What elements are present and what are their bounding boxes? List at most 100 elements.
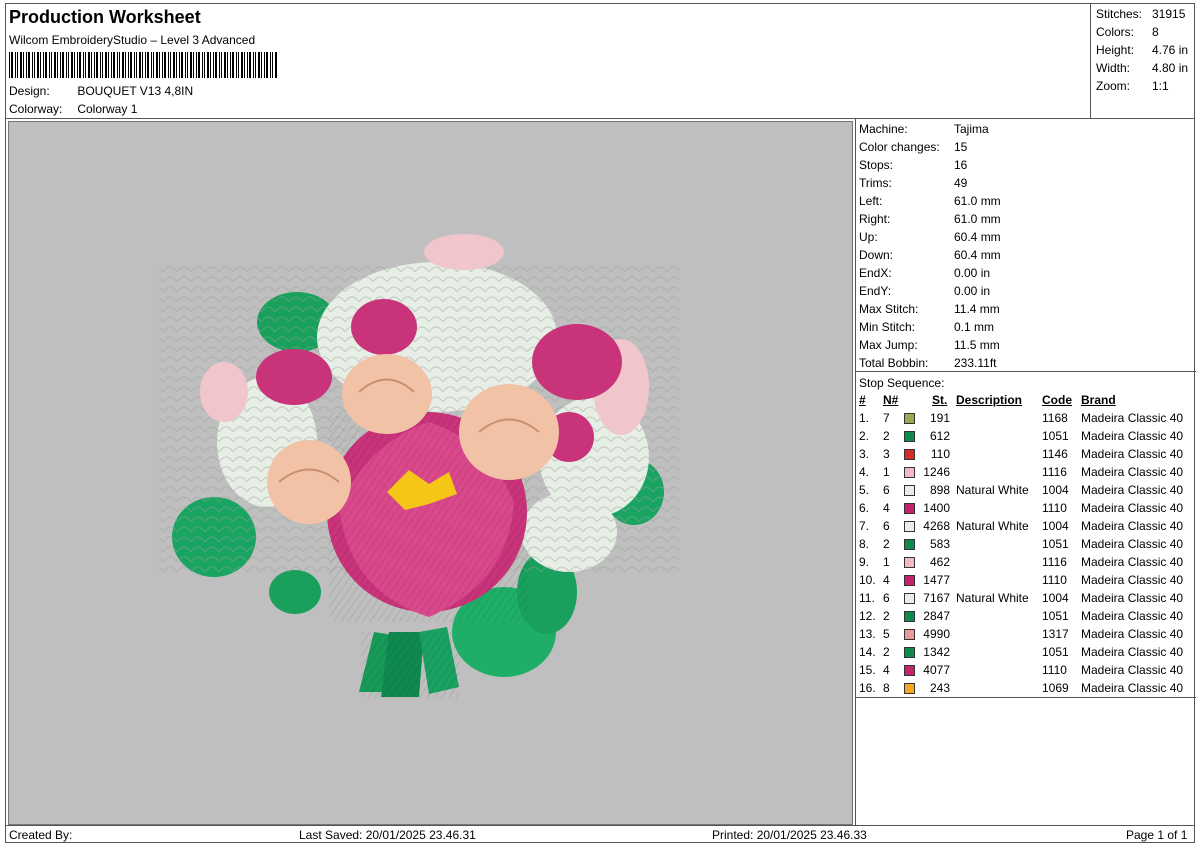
created-by: Created By:	[9, 828, 73, 842]
design-row: Design: BOUQUET V13 4,8IN	[9, 84, 193, 98]
row-code: 1116	[1042, 555, 1067, 569]
machine-label: EndY:	[859, 284, 892, 298]
row-brand: Madeira Classic 40	[1081, 483, 1184, 497]
thread-color-swatch	[904, 431, 915, 442]
thread-color-swatch	[904, 593, 915, 604]
row-code: 1051	[1042, 645, 1069, 659]
machine-row: Min Stitch: 0.1 mm	[859, 320, 994, 334]
machine-label: Max Stitch:	[859, 302, 919, 316]
thread-color-swatch	[904, 575, 915, 586]
row-code: 1004	[1042, 519, 1069, 533]
stat-stitches: Stitches: 31915	[1096, 7, 1186, 21]
row-index: 8.	[859, 537, 870, 551]
machine-row: EndX: 0.00 in	[859, 266, 990, 280]
machine-row: Color changes: 15	[859, 140, 967, 154]
row-needle: 1	[883, 555, 890, 569]
machine-row: Left: 61.0 mm	[859, 194, 1001, 208]
row-brand: Madeira Classic 40	[1081, 519, 1184, 533]
worksheet-header: Production Worksheet Wilcom EmbroiderySt…	[6, 4, 1091, 118]
row-index: 9.	[859, 555, 870, 569]
row-stitches: 583	[929, 537, 950, 551]
machine-row: Down: 60.4 mm	[859, 248, 1001, 262]
machine-value: 0.00 in	[954, 284, 991, 298]
row-stitches: 4990	[923, 627, 950, 641]
colorway-label: Colorway:	[9, 102, 63, 116]
software-subtitle: Wilcom EmbroideryStudio – Level 3 Advanc…	[9, 33, 256, 47]
stop-sequence-row: 4. 1 1246 1116 Madeira Classic 40	[856, 465, 1196, 483]
row-description: Natural White	[956, 483, 1029, 497]
row-index: 14.	[859, 645, 876, 659]
barcode-icon	[9, 52, 277, 78]
stop-sequence-row: 3. 3 110 1146 Madeira Classic 40	[856, 447, 1196, 465]
stop-sequence-row: 6. 4 1400 1110 Madeira Classic 40	[856, 501, 1196, 519]
machine-value: 60.4 mm	[954, 248, 1001, 262]
row-needle: 6	[883, 483, 890, 497]
machine-label: Machine:	[859, 122, 908, 136]
design-value: BOUQUET V13 4,8IN	[77, 84, 194, 98]
row-brand: Madeira Classic 40	[1081, 681, 1184, 695]
row-stitches: 2847	[923, 609, 950, 623]
row-stitches: 4077	[923, 663, 950, 677]
embroidery-bouquet-image	[159, 234, 679, 698]
machine-label: EndX:	[859, 266, 892, 280]
machine-row: EndY: 0.00 in	[859, 284, 990, 298]
row-code: 1168	[1042, 411, 1068, 425]
row-code: 1051	[1042, 429, 1069, 443]
machine-label: Max Jump:	[859, 338, 918, 352]
row-brand: Madeira Classic 40	[1081, 501, 1184, 515]
machine-value: 61.0 mm	[954, 212, 1001, 226]
row-brand: Madeira Classic 40	[1081, 573, 1184, 587]
colorway-value: Colorway 1	[77, 102, 138, 116]
row-needle: 6	[883, 519, 890, 533]
row-index: 13.	[859, 627, 876, 641]
machine-value: Tajima	[954, 122, 989, 136]
row-code: 1110	[1042, 501, 1067, 515]
row-index: 2.	[859, 429, 870, 443]
thread-color-swatch	[904, 521, 915, 532]
machine-row: Right: 61.0 mm	[859, 212, 1001, 226]
stop-sequence-row: 11. 6 7167 Natural White 1004 Madeira Classic…	[856, 591, 1196, 609]
row-stitches: 1246	[923, 465, 950, 479]
row-stitches: 1342	[923, 645, 950, 659]
row-brand: Madeira Classic 40	[1081, 537, 1184, 551]
thread-color-swatch	[904, 665, 915, 676]
machine-value: 49	[954, 176, 968, 190]
row-needle: 2	[883, 609, 890, 623]
thread-color-swatch	[904, 449, 915, 460]
row-stitches: 1400	[923, 501, 950, 515]
stat-width: Width: 4.80 in	[1096, 61, 1189, 75]
thread-color-swatch	[904, 683, 915, 694]
row-code: 1317	[1042, 627, 1069, 641]
thread-color-swatch	[904, 557, 915, 568]
row-code: 1069	[1042, 681, 1069, 695]
printed: Printed: 20/01/2025 23.46.33	[712, 828, 867, 842]
row-needle: 2	[883, 645, 890, 659]
row-index: 16.	[859, 681, 876, 695]
row-brand: Madeira Classic 40	[1081, 627, 1184, 641]
thread-color-swatch	[904, 467, 915, 478]
stop-sequence-row: 9. 1 462 1116 Madeira Classic 40	[856, 555, 1196, 573]
row-needle: 1	[883, 465, 890, 479]
machine-value: 60.4 mm	[954, 230, 1001, 244]
thread-color-swatch	[904, 503, 915, 514]
row-needle: 4	[883, 573, 890, 587]
stop-sequence-row: 13. 5 4990 1317 Madeira Classic 40	[856, 627, 1196, 645]
row-brand: Madeira Classic 40	[1081, 429, 1184, 443]
stop-sequence-title: Stop Sequence:	[859, 376, 945, 390]
row-brand: Madeira Classic 40	[1081, 411, 1184, 425]
row-code: 1110	[1042, 573, 1067, 587]
colorway-row: Colorway: Colorway 1	[9, 102, 137, 116]
row-stitches: 191	[929, 411, 950, 425]
row-stitches: 898	[929, 483, 950, 497]
row-code: 1116	[1042, 465, 1067, 479]
col-description: Description	[956, 393, 1023, 407]
stop-sequence-row: 14. 2 1342 1051 Madeira Classic 40	[856, 645, 1196, 663]
stop-sequence-row: 1. 7 191 1168 Madeira Classic 40	[856, 411, 1196, 429]
thread-color-swatch	[904, 629, 915, 640]
panel-divider	[856, 371, 1196, 372]
machine-label: Left:	[859, 194, 883, 208]
col-needle: N#	[883, 393, 899, 407]
row-code: 1004	[1042, 591, 1069, 605]
row-index: 10.	[859, 573, 876, 587]
row-needle: 7	[883, 411, 890, 425]
